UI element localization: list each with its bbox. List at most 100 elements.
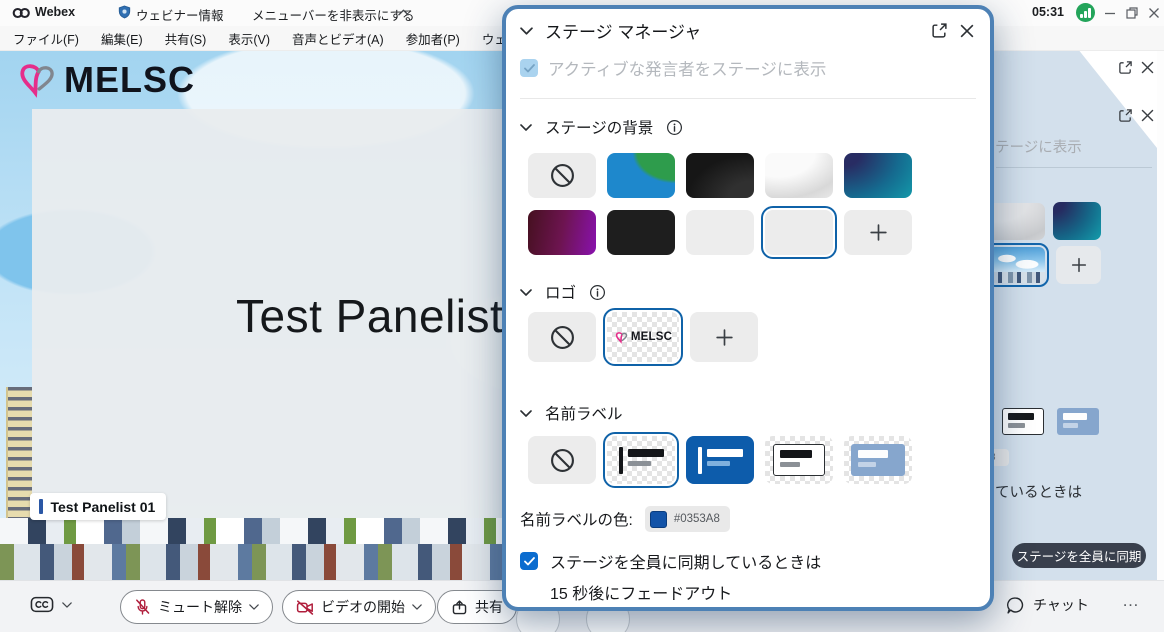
menu-audio-video[interactable]: 音声とビデオ(A) (292, 29, 384, 48)
background-thumb-black[interactable] (607, 210, 675, 255)
panel-popout-icon[interactable] (1118, 108, 1133, 123)
panel-popout-icon[interactable] (1118, 60, 1133, 75)
plus-icon (1070, 256, 1088, 274)
logo-thumb-row: MELSC (528, 312, 758, 362)
close-icon[interactable] (960, 24, 974, 38)
menu-participants[interactable]: 参加者(P) (406, 29, 460, 48)
menu-edit[interactable]: 編集(E) (101, 29, 143, 48)
logo-thumb-none[interactable] (528, 312, 596, 362)
menu-view[interactable]: 表示(V) (228, 29, 270, 48)
panel-close-icon[interactable] (1141, 61, 1154, 74)
label-preview (773, 444, 825, 476)
add-background-button[interactable] (844, 210, 912, 255)
background-thumb-light-wave[interactable] (765, 153, 833, 198)
label-preview (619, 447, 664, 474)
start-video-label: ビデオの開始 (321, 597, 405, 617)
menu-file[interactable]: ファイル(F) (13, 29, 79, 48)
name-label-style-outline[interactable] (1002, 408, 1044, 435)
background-thumb-none[interactable] (528, 153, 596, 198)
sync-fadeout-label-line1: ステージを全員に同期しているときは (550, 549, 821, 573)
sync-fadeout-label-line2: 15 秒後にフェードアウト (550, 580, 732, 604)
more-options-button[interactable]: … (1122, 591, 1141, 611)
chat-label: チャット (1033, 595, 1089, 615)
label-line (1008, 423, 1025, 428)
add-logo-button[interactable] (690, 312, 758, 362)
popout-icon[interactable] (931, 22, 948, 39)
chevron-down-icon[interactable] (520, 289, 532, 296)
background-thumb-white[interactable] (686, 210, 754, 255)
sync-stage-button[interactable]: ステージを全員に同期 (1012, 543, 1146, 568)
background-thumb-row-2 (528, 210, 912, 255)
start-video-button[interactable]: ビデオの開始 (282, 590, 436, 624)
background-thumb-green-blue[interactable] (607, 153, 675, 198)
background-thumb-city-selected[interactable] (765, 210, 833, 255)
brand-text: MELSC (64, 59, 195, 101)
name-label-none[interactable] (528, 436, 596, 484)
label-color-picker[interactable]: #0353A8 (645, 506, 730, 532)
participant-name-label: Test Panelist 01 (30, 493, 166, 520)
hide-menubar-button[interactable]: メニューバーを非表示にする (252, 5, 415, 24)
background-thumb-navy-teal[interactable] (1053, 202, 1101, 240)
background-thumb-row-1 (528, 153, 912, 198)
logo-section-header: ロゴ (520, 281, 606, 303)
chevron-down-icon[interactable] (520, 27, 533, 35)
captions-control[interactable] (30, 595, 72, 614)
chevron-down-icon[interactable] (520, 124, 532, 131)
name-label-style-translucent[interactable] (844, 436, 912, 484)
name-label-style-blue-filled[interactable] (686, 436, 754, 484)
background-thumb-dark-wave[interactable] (686, 153, 754, 198)
captions-icon (30, 595, 54, 614)
unmute-button[interactable]: ミュート解除 (120, 590, 273, 624)
background-thumb-magenta-purple[interactable] (528, 210, 596, 255)
melsc-mini-logo: MELSC (614, 331, 672, 344)
label-lines (628, 447, 664, 466)
label-line (858, 462, 876, 467)
label-bar (619, 447, 623, 474)
active-speaker-checkbox[interactable] (520, 59, 538, 77)
chevron-down-icon (249, 604, 259, 610)
background-thumb-city-selected[interactable] (989, 247, 1045, 283)
melsc-heart-icon (614, 331, 629, 344)
clipped-active-speaker-text: テージに表示 (995, 136, 1082, 157)
close-window-button[interactable] (1148, 7, 1160, 19)
dialog-title: ステージ マネージャ (545, 18, 701, 43)
divider (520, 98, 976, 99)
chevron-down-icon[interactable] (520, 410, 532, 417)
none-icon (549, 162, 576, 189)
name-label-section-title: 名前ラベル (545, 402, 623, 424)
share-icon (451, 599, 468, 616)
minimize-button[interactable] (1104, 7, 1116, 19)
dialog-header: ステージ マネージャ (520, 18, 974, 43)
menu-share[interactable]: 共有(S) (165, 29, 207, 48)
name-label-style-translucent[interactable] (1057, 408, 1099, 435)
logo-section-title: ロゴ (545, 281, 576, 303)
info-icon[interactable] (589, 284, 606, 301)
chevron-up-icon[interactable] (398, 9, 409, 16)
chat-button[interactable]: チャット (1006, 595, 1089, 615)
name-label-style-left-bar-selected[interactable] (607, 436, 675, 484)
plus-icon (714, 327, 735, 348)
name-label-style-outline[interactable] (765, 436, 833, 484)
share-label: 共有 (475, 597, 503, 617)
background-thumb-navy-teal[interactable] (844, 153, 912, 198)
name-label-text: Test Panelist 01 (51, 499, 156, 515)
name-label-accent-bar (39, 499, 43, 514)
webex-logo-icon (12, 6, 31, 20)
label-line (1008, 413, 1034, 420)
label-line (1063, 413, 1087, 420)
side-panel-edge (1157, 51, 1164, 580)
label-line (858, 450, 888, 458)
restore-button[interactable] (1126, 7, 1138, 19)
background-thumb-light-wave[interactable] (988, 203, 1045, 240)
info-icon[interactable] (666, 119, 683, 136)
label-bar (698, 447, 702, 474)
logo-thumb-melsc-selected[interactable]: MELSC (607, 312, 679, 362)
add-background-button[interactable] (1056, 246, 1101, 284)
label-lines (707, 447, 743, 466)
label-preview (851, 444, 905, 476)
webinar-info-button[interactable]: ウェビナー情報 (136, 5, 224, 24)
panel-close-icon[interactable] (1141, 109, 1154, 122)
sync-fadeout-checkbox[interactable] (520, 552, 538, 570)
connection-quality-icon (1076, 3, 1095, 22)
check-icon (524, 557, 535, 566)
